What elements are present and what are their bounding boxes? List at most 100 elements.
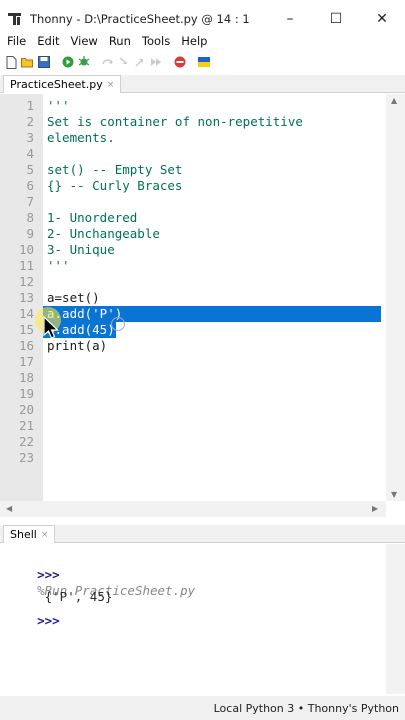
code-line-text: a=set(): [47, 290, 100, 305]
code-line[interactable]: 2- Unchangeable: [43, 226, 160, 242]
shell-input-prompt[interactable]: >>>: [37, 613, 60, 628]
editor-tab-strip: PracticeSheet.py ×: [0, 75, 405, 93]
code-line[interactable]: [43, 146, 47, 162]
line-number: 19: [18, 386, 34, 401]
scroll-down-icon[interactable]: ▼: [391, 490, 397, 499]
step-out-icon[interactable]: [133, 56, 146, 69]
code-line[interactable]: 3- Unique: [43, 242, 115, 258]
code-line[interactable]: [43, 354, 47, 370]
close-icon: ✕: [376, 10, 388, 27]
line-number: 22: [18, 434, 34, 449]
line-number: 20: [18, 402, 34, 417]
window-title: Thonny - D:\PracticeSheet.py @ 14 : 1: [30, 11, 250, 26]
resume-icon[interactable]: [149, 56, 162, 69]
code-line-text: set() -- Empty Set: [47, 162, 183, 177]
stop-icon[interactable]: [173, 56, 186, 69]
scroll-left-icon[interactable]: ◀: [6, 504, 12, 513]
shell-tab-label: Shell: [10, 528, 37, 541]
code-line[interactable]: {} -- Curly Braces: [43, 178, 182, 194]
line-number: 17: [18, 354, 34, 369]
code-line[interactable]: 1- Unordered: [43, 210, 137, 226]
shell-tab-strip: Shell ×: [0, 525, 405, 543]
code-line-text: ''': [47, 258, 70, 273]
code-line[interactable]: ''': [43, 258, 70, 274]
line-number: 8: [26, 210, 34, 225]
scroll-up-icon[interactable]: ▲: [391, 96, 397, 105]
line-number: 23: [18, 450, 34, 465]
menu-help[interactable]: Help: [176, 34, 212, 48]
code-line[interactable]: [43, 450, 47, 466]
code-line[interactable]: [43, 434, 47, 450]
code-editor[interactable]: ''' Set is container of non-repetitive ele…: [0, 94, 405, 517]
line-number: 1: [26, 98, 34, 113]
run-icon[interactable]: [61, 56, 74, 69]
code-line-text: 3- Unique: [47, 242, 115, 257]
maximize-icon: ☐: [329, 10, 343, 27]
step-into-icon[interactable]: [117, 56, 130, 69]
line-number: 18: [18, 370, 34, 385]
line-number: 10: [18, 242, 34, 257]
code-line[interactable]: elements.: [43, 130, 115, 146]
line-number: 5: [26, 162, 34, 177]
shell-panel[interactable]: >>> %Run PracticeSheet.py {'P', 45} >>>: [0, 544, 386, 694]
status-bar: Local Python 3 • Thonny's Python: [0, 696, 405, 720]
menu-bar: File Edit View Run Tools Help: [0, 31, 405, 51]
code-line[interactable]: a=set(): [43, 290, 100, 306]
code-area[interactable]: ''' Set is container of non-repetitive ele…: [43, 94, 385, 501]
menu-file[interactable]: File: [2, 34, 31, 48]
step-over-icon[interactable]: [101, 56, 114, 69]
code-line[interactable]: [43, 194, 47, 210]
code-line[interactable]: Set is container of non-repetitive: [43, 114, 303, 130]
code-line-text: print(a): [47, 338, 108, 353]
menu-run[interactable]: Run: [104, 34, 136, 48]
shell-vertical-scrollbar[interactable]: [386, 544, 405, 694]
shell-tab-close-icon[interactable]: ×: [41, 530, 49, 540]
line-number: 11: [18, 258, 34, 273]
tab-label: PracticeSheet.py: [10, 78, 103, 91]
interpreter-status[interactable]: Local Python 3 • Thonny's Python: [214, 702, 399, 715]
save-icon[interactable]: [37, 56, 50, 69]
tab-close-icon[interactable]: ×: [107, 80, 115, 90]
code-line-text: elements.: [47, 130, 115, 145]
editor-horizontal-scrollbar[interactable]: ◀ ▶: [0, 501, 386, 517]
new-file-icon[interactable]: [5, 55, 18, 69]
code-line-text: 1- Unordered: [47, 210, 138, 225]
minimize-icon: –: [286, 10, 294, 27]
code-line[interactable]: [43, 274, 47, 290]
code-line[interactable]: set() -- Empty Set: [43, 162, 182, 178]
tab-practicesheet[interactable]: PracticeSheet.py ×: [3, 75, 122, 93]
code-line[interactable]: ''': [43, 98, 70, 114]
toolbar: [0, 52, 405, 72]
code-line[interactable]: [43, 402, 47, 418]
tab-shell[interactable]: Shell ×: [3, 525, 56, 543]
line-number: 7: [26, 194, 34, 209]
line-number: 14: [18, 306, 34, 321]
editor-vertical-scrollbar[interactable]: ▲ ▼: [386, 94, 405, 501]
thonny-logo-icon: [8, 12, 22, 26]
code-line[interactable]: [43, 418, 47, 434]
line-number: 9: [26, 226, 34, 241]
code-line[interactable]: [43, 370, 47, 386]
menu-view[interactable]: View: [66, 34, 103, 48]
open-file-icon[interactable]: [21, 56, 34, 69]
menu-tools[interactable]: Tools: [137, 34, 175, 48]
line-number: 4: [26, 146, 34, 161]
scroll-right-icon[interactable]: ▶: [372, 504, 378, 513]
line-number: 6: [26, 178, 34, 193]
code-line[interactable]: [43, 386, 47, 402]
line-number: 12: [18, 274, 34, 289]
code-line-text: Set is container of non-repetitive: [47, 114, 303, 129]
line-number: 21: [18, 418, 34, 433]
debug-icon[interactable]: [77, 56, 90, 69]
code-line[interactable]: print(a): [43, 338, 107, 354]
menu-edit[interactable]: Edit: [32, 34, 64, 48]
ukraine-flag-icon[interactable]: [197, 56, 210, 69]
